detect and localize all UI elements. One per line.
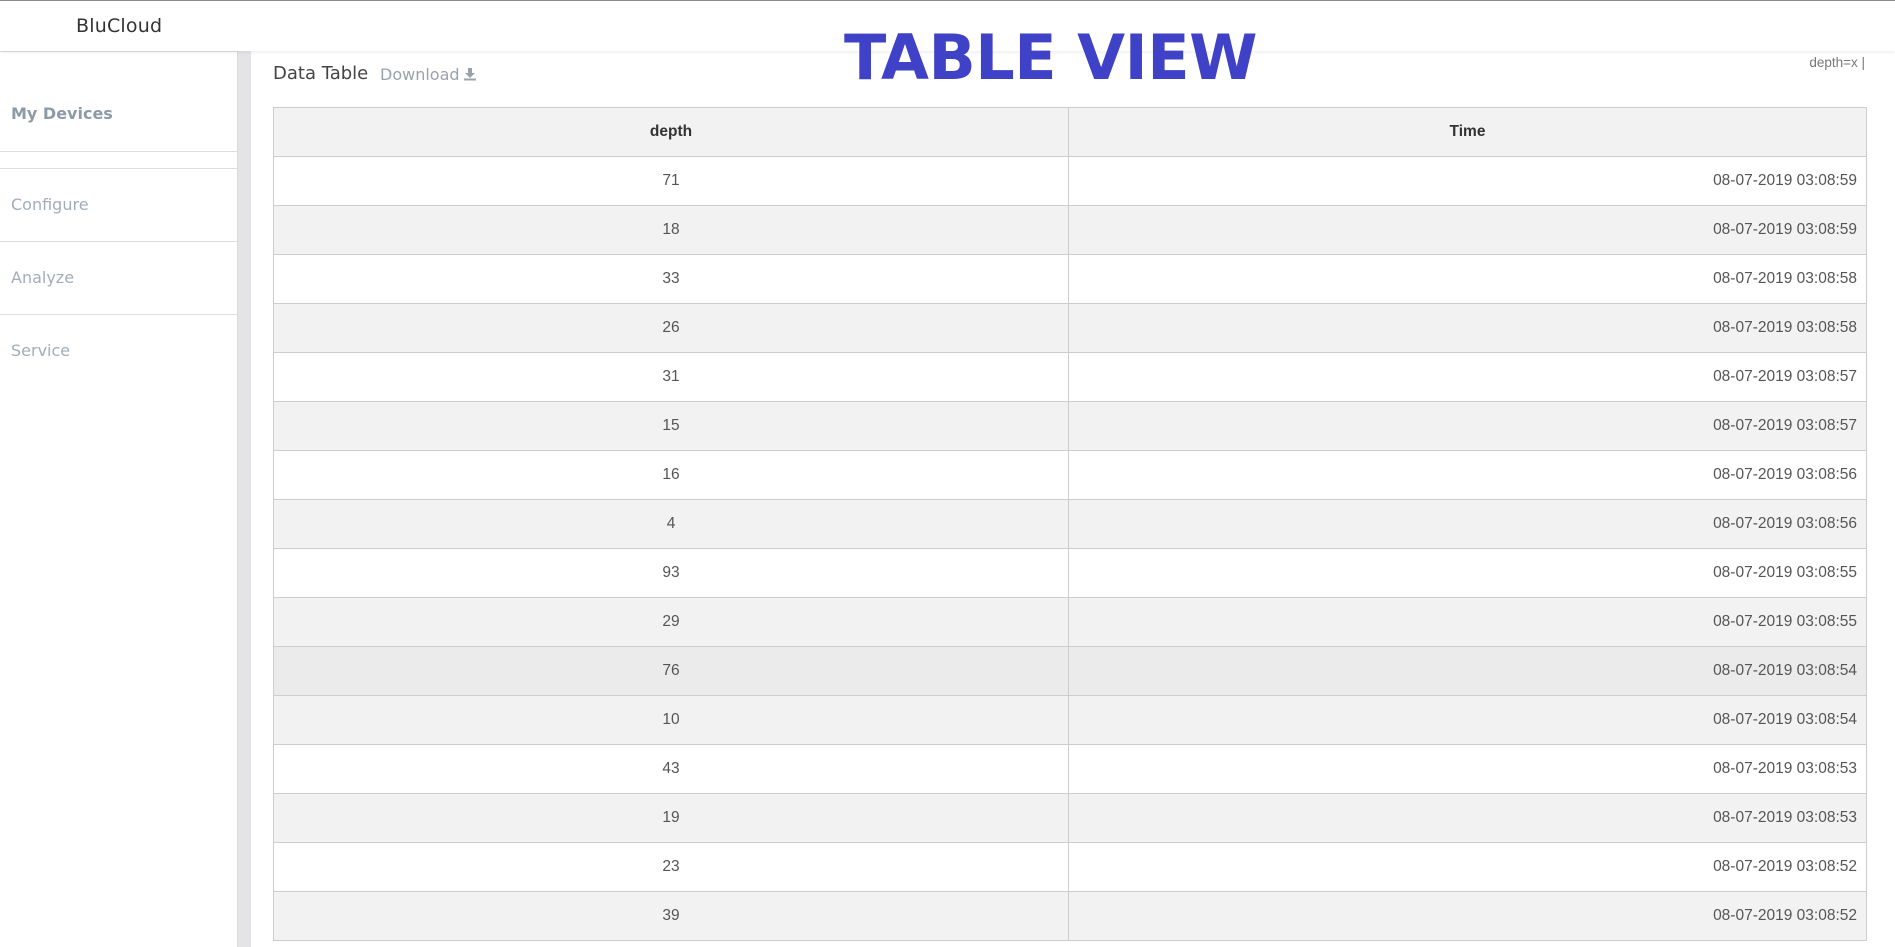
data-table: depth Time 71 08-07-2019 03:08:59 18 08-07-… <box>273 107 1867 941</box>
sidebar-divider <box>0 241 237 242</box>
cell-depth: 29 <box>273 597 1069 647</box>
content-gutter <box>238 51 251 947</box>
cell-time: 08-07-2019 03:08:53 <box>1068 744 1867 794</box>
table-header-row: depth Time <box>273 107 1867 157</box>
cell-time: 08-07-2019 03:08:58 <box>1068 303 1867 353</box>
sidebar-item-analyze[interactable]: Analyze <box>11 268 74 287</box>
column-header-depth[interactable]: depth <box>273 107 1069 157</box>
cell-time: 08-07-2019 03:08:59 <box>1068 205 1867 255</box>
sidebar-item-service[interactable]: Service <box>11 341 70 360</box>
cell-depth: 18 <box>273 205 1069 255</box>
cell-depth: 71 <box>273 156 1069 206</box>
sidebar-item-my-devices[interactable]: My Devices <box>11 104 113 123</box>
sidebar: My Devices Configure Analyze Service <box>0 51 238 947</box>
cell-time: 08-07-2019 03:08:55 <box>1068 548 1867 598</box>
cell-time: 08-07-2019 03:08:57 <box>1068 352 1867 402</box>
table-row[interactable]: 4 08-07-2019 03:08:56 <box>273 499 1867 549</box>
sidebar-divider <box>0 151 237 152</box>
data-table-panel: Data Table Download depth=x | depth Time… <box>251 51 1895 947</box>
cell-time: 08-07-2019 03:08:52 <box>1068 842 1867 892</box>
cell-depth: 19 <box>273 793 1069 843</box>
table-row[interactable]: 76 08-07-2019 03:08:54 <box>273 646 1867 696</box>
cell-depth: 31 <box>273 352 1069 402</box>
table-row[interactable]: 16 08-07-2019 03:08:56 <box>273 450 1867 500</box>
cell-time: 08-07-2019 03:08:57 <box>1068 401 1867 451</box>
table-body: 71 08-07-2019 03:08:59 18 08-07-2019 03:08:… <box>273 156 1867 941</box>
table-row[interactable]: 29 08-07-2019 03:08:55 <box>273 597 1867 647</box>
cell-depth: 15 <box>273 401 1069 451</box>
cell-depth: 39 <box>273 891 1069 941</box>
table-row[interactable]: 18 08-07-2019 03:08:59 <box>273 205 1867 255</box>
cell-time: 08-07-2019 03:08:55 <box>1068 597 1867 647</box>
banner-text: TABLE VIEW <box>844 21 1257 94</box>
cell-depth: 10 <box>273 695 1069 745</box>
table-row[interactable]: 23 08-07-2019 03:08:52 <box>273 842 1867 892</box>
table-row[interactable]: 33 08-07-2019 03:08:58 <box>273 254 1867 304</box>
cell-time: 08-07-2019 03:08:53 <box>1068 793 1867 843</box>
table-row[interactable]: 43 08-07-2019 03:08:53 <box>273 744 1867 794</box>
cell-time: 08-07-2019 03:08:56 <box>1068 450 1867 500</box>
table-row[interactable]: 31 08-07-2019 03:08:57 <box>273 352 1867 402</box>
cell-depth: 43 <box>273 744 1069 794</box>
sidebar-divider <box>0 168 237 169</box>
cell-time: 08-07-2019 03:08:52 <box>1068 891 1867 941</box>
cell-time: 08-07-2019 03:08:56 <box>1068 499 1867 549</box>
cell-time: 08-07-2019 03:08:54 <box>1068 695 1867 745</box>
cell-time: 08-07-2019 03:08:58 <box>1068 254 1867 304</box>
cell-depth: 26 <box>273 303 1069 353</box>
cell-depth: 76 <box>273 646 1069 696</box>
table-row[interactable]: 39 08-07-2019 03:08:52 <box>273 891 1867 941</box>
cell-depth: 33 <box>273 254 1069 304</box>
cell-depth: 16 <box>273 450 1069 500</box>
page-banner: TABLE VIEW <box>0 22 1895 94</box>
sidebar-item-configure[interactable]: Configure <box>11 195 89 214</box>
table-row[interactable]: 10 08-07-2019 03:08:54 <box>273 695 1867 745</box>
table-row[interactable]: 71 08-07-2019 03:08:59 <box>273 156 1867 206</box>
cell-depth: 4 <box>273 499 1069 549</box>
cell-time: 08-07-2019 03:08:59 <box>1068 156 1867 206</box>
table-row[interactable]: 93 08-07-2019 03:08:55 <box>273 548 1867 598</box>
sidebar-divider <box>0 314 237 315</box>
table-row[interactable]: 15 08-07-2019 03:08:57 <box>273 401 1867 451</box>
table-row[interactable]: 19 08-07-2019 03:08:53 <box>273 793 1867 843</box>
column-header-time[interactable]: Time <box>1068 107 1867 157</box>
cell-time: 08-07-2019 03:08:54 <box>1068 646 1867 696</box>
table-row[interactable]: 26 08-07-2019 03:08:58 <box>273 303 1867 353</box>
cell-depth: 23 <box>273 842 1069 892</box>
cell-depth: 93 <box>273 548 1069 598</box>
